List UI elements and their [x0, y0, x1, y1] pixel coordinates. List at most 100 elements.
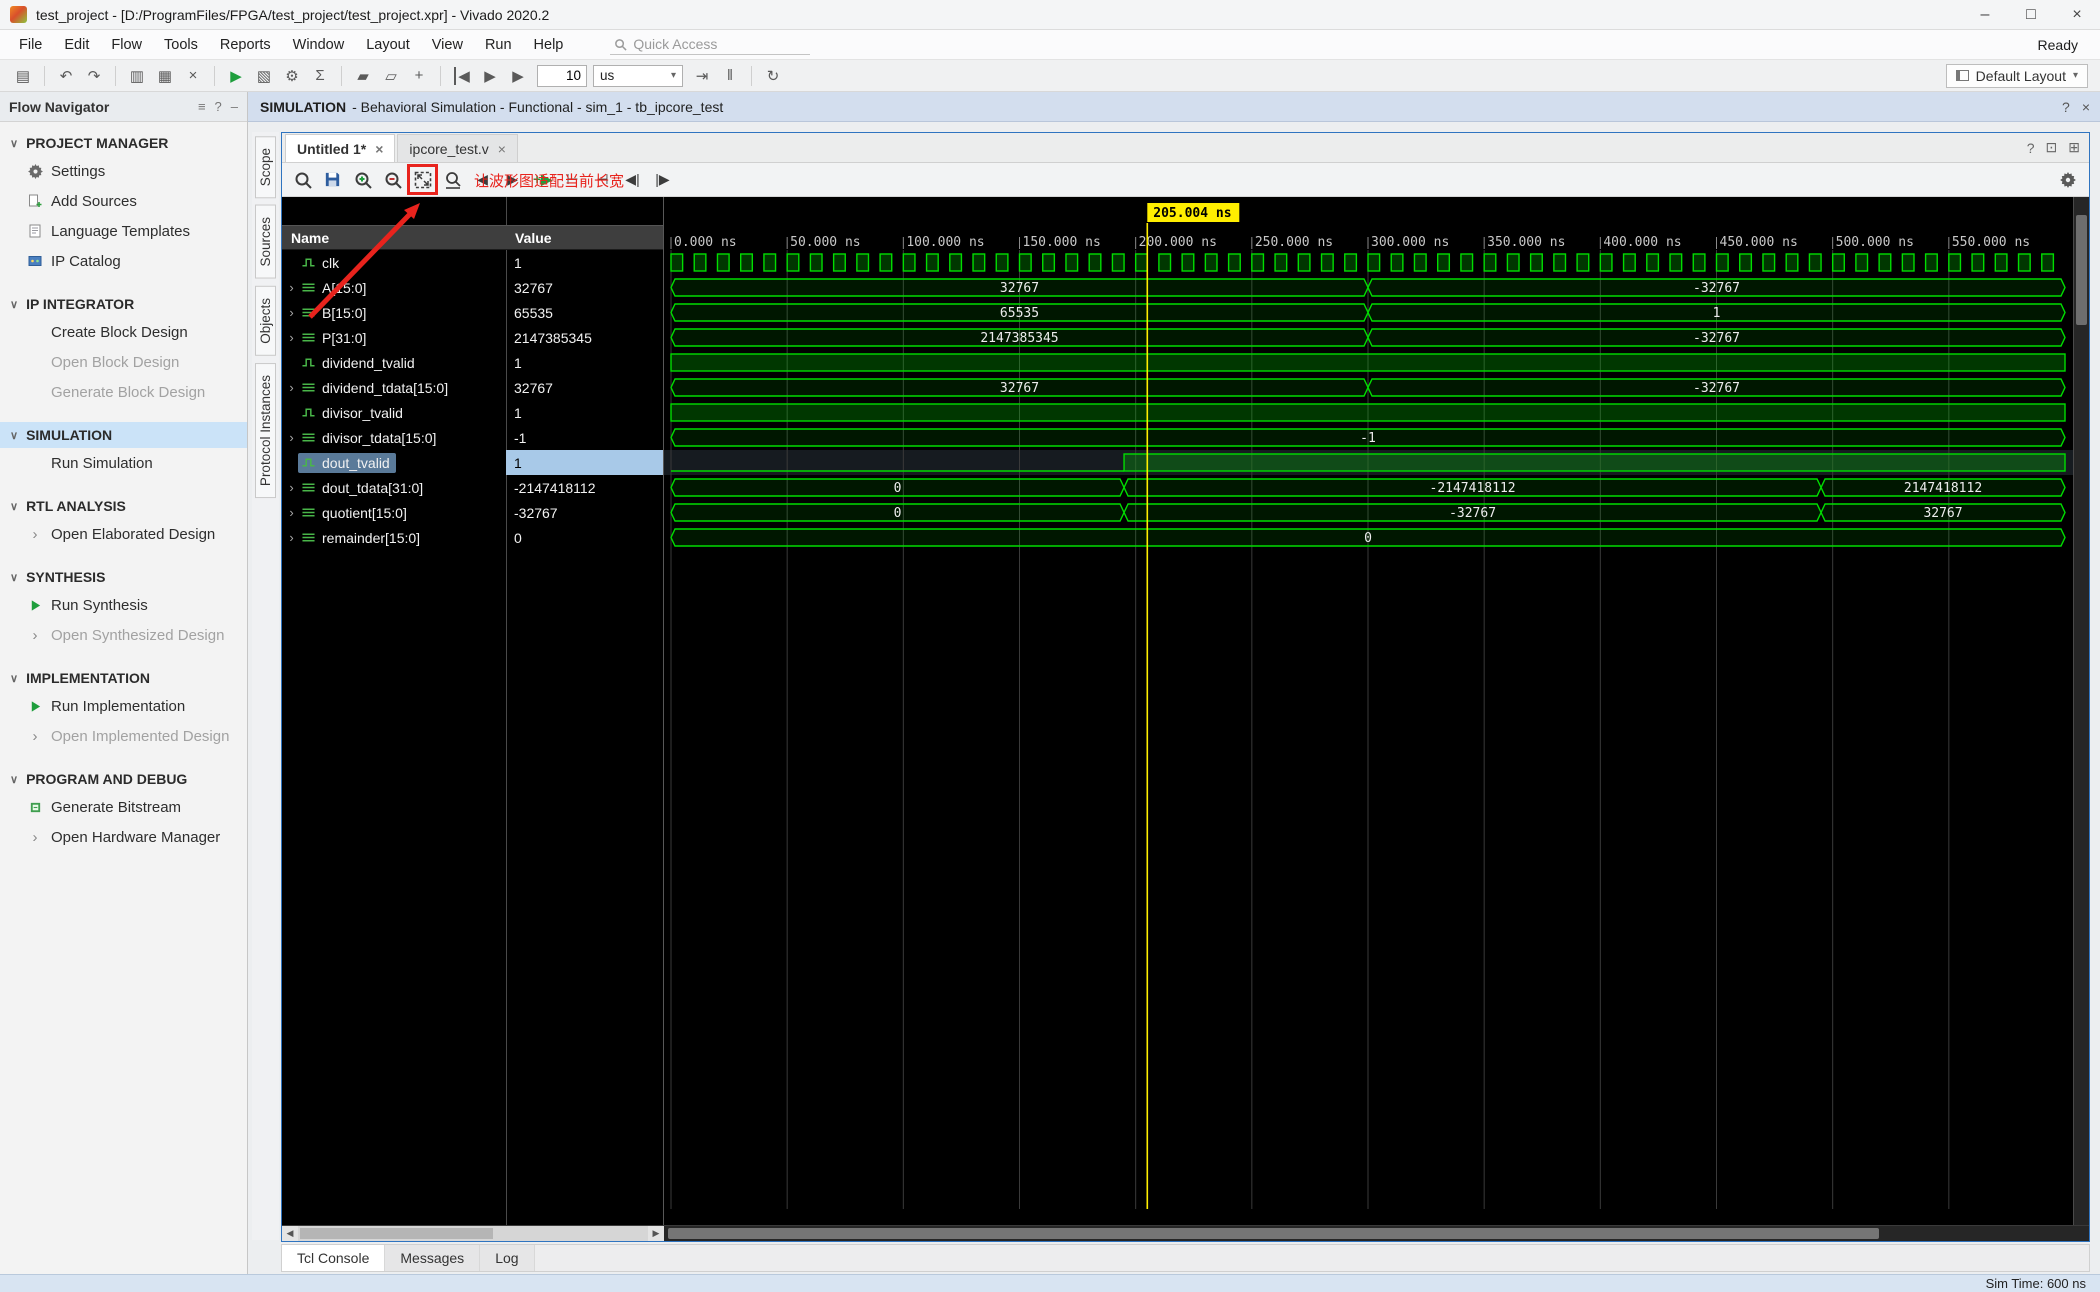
signal-row-clk[interactable]: clk 1: [282, 250, 663, 275]
run-all-button[interactable]: ▶: [477, 64, 503, 88]
simbar-help-icon[interactable]: ?: [2062, 99, 2070, 115]
menu-flow[interactable]: Flow: [100, 37, 153, 53]
scroll-right-icon[interactable]: ▶: [648, 1228, 664, 1239]
wave-canvas[interactable]: 0.000 ns 50.000 ns 100.000 ns 150.000 ns 200…: [664, 197, 2073, 1225]
fn-item-generate-bitstream[interactable]: Generate Bitstream: [0, 792, 247, 822]
expand-chevron-icon[interactable]: ›: [285, 330, 298, 345]
flownav-minimize-icon[interactable]: –: [231, 99, 238, 114]
names-h-scrollbar-thumb[interactable]: [300, 1228, 493, 1239]
flownav-toggle-icon[interactable]: ≡: [198, 99, 206, 114]
doc-help-icon[interactable]: ?: [2027, 140, 2035, 156]
fn-item-run-synthesis[interactable]: Run Synthesis: [0, 590, 247, 620]
fn-item-add-sources[interactable]: Add Sources: [0, 186, 247, 216]
pause-button[interactable]: ‖: [717, 64, 743, 88]
zoom-to-cursor-button[interactable]: [440, 167, 465, 192]
fn-item-language-templates[interactable]: Language Templates: [0, 216, 247, 246]
tab-untitled-1[interactable]: Untitled 1* ×: [285, 134, 396, 162]
expand-chevron-icon[interactable]: ›: [285, 505, 298, 520]
signal-row-quotient-15-0[interactable]: › quotient[15:0] -32767: [282, 500, 663, 525]
fn-item-settings[interactable]: Settings: [0, 156, 247, 186]
relaunch-button[interactable]: ↻: [760, 64, 786, 88]
zoom-fit-button[interactable]: [410, 167, 435, 192]
fn-section-title-synthesis[interactable]: ∨ SYNTHESIS: [0, 564, 247, 590]
expand-chevron-icon[interactable]: ›: [285, 480, 298, 495]
step-button[interactable]: ⇥: [689, 64, 715, 88]
open-window-button[interactable]: ▤: [10, 64, 36, 88]
run-for-button[interactable]: ▶: [505, 64, 531, 88]
expand-chevron-icon[interactable]: ›: [285, 530, 298, 545]
redo-button[interactable]: ↷: [81, 64, 107, 88]
signal-row-dout-tvalid[interactable]: dout_tvalid 1: [282, 450, 663, 475]
menu-tools[interactable]: Tools: [153, 37, 209, 53]
signal-row-dividend-tdata-15-0[interactable]: › dividend_tdata[15:0] 32767: [282, 375, 663, 400]
menu-layout[interactable]: Layout: [355, 37, 421, 53]
report-sum-button[interactable]: Σ: [307, 64, 333, 88]
tab-ipcore-test-v[interactable]: ipcore_test.v ×: [397, 134, 518, 162]
fn-item-ip-catalog[interactable]: IP Catalog: [0, 246, 247, 276]
highlight-button[interactable]: ▱: [378, 64, 404, 88]
close-icon[interactable]: ×: [375, 141, 383, 157]
signal-row-divisor-tvalid[interactable]: divisor_tvalid 1: [282, 400, 663, 425]
names-h-scrollbar[interactable]: ◀ ▶: [282, 1226, 664, 1241]
side-tab-scope[interactable]: Scope: [255, 136, 276, 199]
search-button[interactable]: [290, 167, 315, 192]
run-flow-button[interactable]: ▶: [223, 64, 249, 88]
vertical-scrollbar-thumb[interactable]: [2076, 215, 2087, 325]
scroll-left-icon[interactable]: ◀: [282, 1228, 298, 1239]
restart-sim-button[interactable]: ◀: [449, 64, 475, 88]
next-marker-button[interactable]: |▶: [650, 167, 675, 192]
side-tab-protocol-instances[interactable]: Protocol Instances: [255, 362, 276, 498]
menu-view[interactable]: View: [421, 37, 474, 53]
fn-section-title-rtl-analysis[interactable]: ∨ RTL ANALYSIS: [0, 493, 247, 519]
wave-h-scrollbar-thumb[interactable]: [668, 1228, 1880, 1239]
doc-float-icon[interactable]: ⊡: [2046, 139, 2058, 156]
zoom-in-button[interactable]: [350, 167, 375, 192]
doc-maximize-icon[interactable]: ⊞: [2068, 139, 2080, 156]
fn-item-run-implementation[interactable]: Run Implementation: [0, 691, 247, 721]
close-icon[interactable]: ×: [498, 141, 506, 157]
fn-item-open-block-design[interactable]: Open Block Design: [0, 347, 247, 377]
value-column-header[interactable]: Value: [506, 226, 663, 249]
signal-row-remainder-15-0[interactable]: › remainder[15:0] 0: [282, 525, 663, 550]
layout-select[interactable]: Default Layout ▾: [1945, 63, 2088, 88]
fn-section-title-ip-integrator[interactable]: ∨ IP INTEGRATOR: [0, 291, 247, 317]
expand-chevron-icon[interactable]: ›: [285, 430, 298, 445]
time-unit-select[interactable]: us ▾: [593, 64, 683, 87]
run-time-input[interactable]: [537, 64, 587, 87]
copy-button[interactable]: ▥: [124, 64, 150, 88]
menu-help[interactable]: Help: [523, 37, 575, 53]
fn-item-open-synthesized-design[interactable]: › Open Synthesized Design: [0, 620, 247, 650]
edit-marker-button[interactable]: ▰: [350, 64, 376, 88]
fn-item-open-elaborated-design[interactable]: › Open Elaborated Design: [0, 519, 247, 549]
wave-h-scrollbar[interactable]: [664, 1226, 2089, 1241]
delete-button[interactable]: ×: [180, 64, 206, 88]
signal-row-dividend-tvalid[interactable]: dividend_tvalid 1: [282, 350, 663, 375]
expand-chevron-icon[interactable]: ›: [285, 305, 298, 320]
maximize-button[interactable]: □: [2008, 0, 2054, 29]
menu-file[interactable]: File: [8, 37, 53, 53]
checkpoint-button[interactable]: ▧: [251, 64, 277, 88]
fn-section-title-program-and-debug[interactable]: ∨ PROGRAM AND DEBUG: [0, 766, 247, 792]
minimize-button[interactable]: –: [1962, 0, 2008, 29]
menu-window[interactable]: Window: [282, 37, 356, 53]
fn-section-title-project-manager[interactable]: ∨ PROJECT MANAGER: [0, 130, 247, 156]
quick-access-search[interactable]: Quick Access: [610, 34, 811, 55]
fn-section-title-implementation[interactable]: ∨ IMPLEMENTATION: [0, 665, 247, 691]
menu-reports[interactable]: Reports: [209, 37, 282, 53]
console-tab-tcl-console[interactable]: Tcl Console: [282, 1245, 386, 1271]
signal-row-a-15-0[interactable]: › A[15:0] 32767: [282, 275, 663, 300]
expand-chevron-icon[interactable]: ›: [285, 380, 298, 395]
console-tab-messages[interactable]: Messages: [385, 1245, 481, 1271]
probe-button[interactable]: +: [406, 64, 432, 88]
undo-button[interactable]: ↶: [53, 64, 79, 88]
signal-row-dout-tdata-31-0[interactable]: › dout_tdata[31:0] -2147418112: [282, 475, 663, 500]
close-button[interactable]: ×: [2054, 0, 2100, 29]
console-tab-log[interactable]: Log: [480, 1245, 535, 1271]
vertical-scrollbar[interactable]: [2073, 197, 2089, 1225]
flownav-help-icon[interactable]: ?: [215, 99, 222, 114]
paste-button[interactable]: ▦: [152, 64, 178, 88]
signal-row-p-31-0[interactable]: › P[31:0] 2147385345: [282, 325, 663, 350]
menu-run[interactable]: Run: [474, 37, 523, 53]
side-tab-objects[interactable]: Objects: [255, 285, 276, 356]
simbar-close-icon[interactable]: ×: [2082, 99, 2090, 115]
